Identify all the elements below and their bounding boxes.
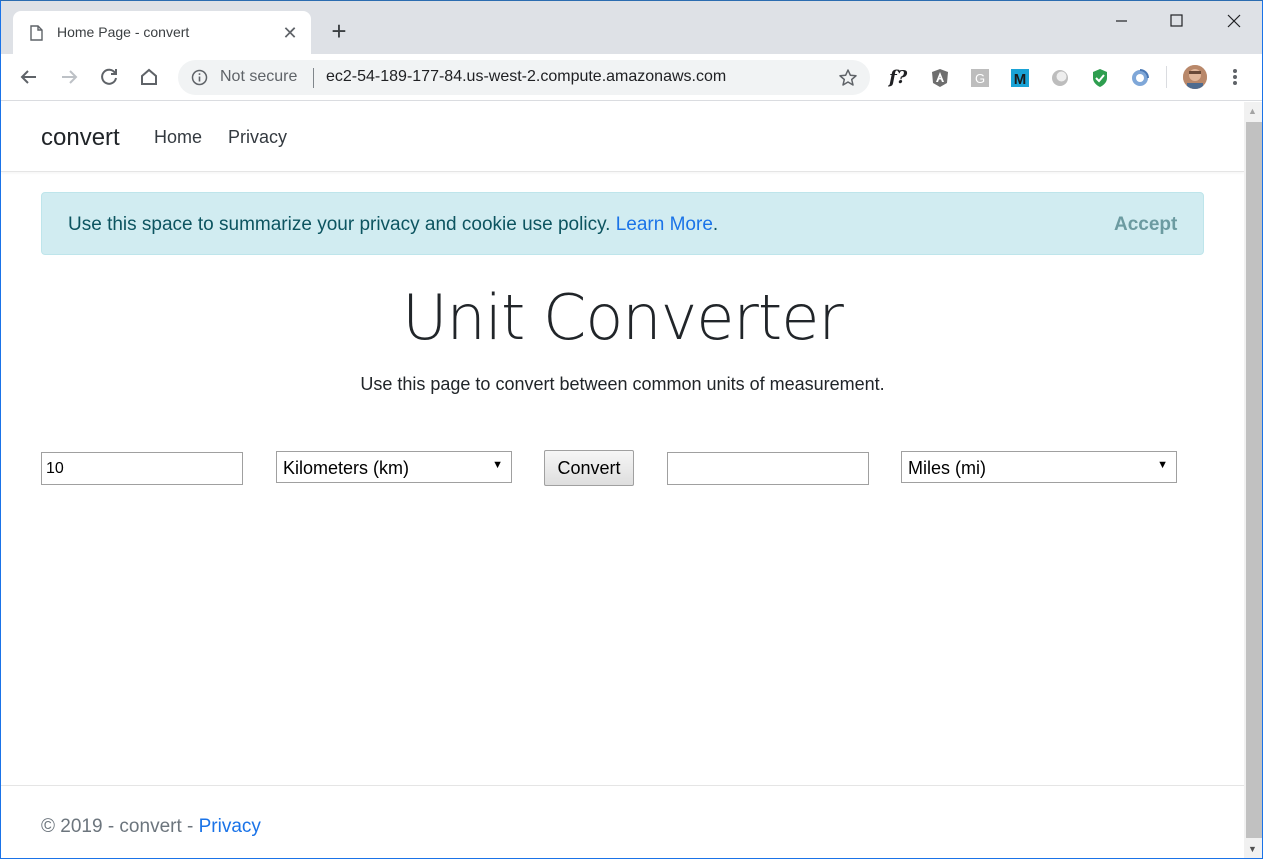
minimize-button[interactable] bbox=[1098, 5, 1144, 35]
cookie-trail: . bbox=[712, 214, 719, 235]
m-extension-icon[interactable]: M bbox=[1009, 67, 1031, 89]
page-icon bbox=[30, 25, 43, 41]
close-window-button[interactable] bbox=[1211, 5, 1257, 35]
angular-extension-icon[interactable] bbox=[929, 67, 951, 89]
omnibox-divider bbox=[313, 68, 314, 88]
info-icon[interactable] bbox=[191, 69, 208, 86]
tab-strip: Home Page - convert ✕ + bbox=[1, 1, 1262, 54]
nav-privacy-link[interactable]: Privacy bbox=[228, 127, 287, 148]
reload-button[interactable] bbox=[96, 64, 122, 90]
page-subtitle: Use this page to convert between common … bbox=[360, 374, 885, 394]
scroll-up-icon[interactable]: ▲ bbox=[1248, 106, 1257, 116]
scrollbar-thumb[interactable] bbox=[1246, 122, 1262, 838]
circle-extension-icon[interactable] bbox=[1049, 67, 1071, 89]
scroll-down-icon[interactable]: ▼ bbox=[1248, 844, 1257, 854]
browser-toolbar: Not secure ec2-54-189-177-84.us-west-2.c… bbox=[1, 54, 1262, 101]
forward-button[interactable] bbox=[56, 64, 82, 90]
vertical-scrollbar[interactable]: ▲ ▼ bbox=[1244, 102, 1262, 858]
to-unit-select[interactable]: Miles (mi) ▼ bbox=[901, 451, 1177, 483]
cookie-text: Use this space to summarize your privacy… bbox=[68, 214, 611, 235]
back-button[interactable] bbox=[16, 64, 42, 90]
chevron-down-icon: ▼ bbox=[1157, 459, 1168, 471]
browser-menu-icon[interactable] bbox=[1227, 66, 1243, 88]
svg-text:M: M bbox=[1014, 71, 1027, 88]
toolbar-divider bbox=[1166, 66, 1167, 88]
page-title: Unit Converter bbox=[402, 281, 844, 354]
new-tab-button[interactable]: + bbox=[327, 18, 351, 44]
site-footer: © 2019 - convert - Privacy bbox=[1, 785, 1244, 858]
footer-privacy-link[interactable]: Privacy bbox=[199, 816, 261, 837]
accept-button[interactable]: Accept bbox=[1114, 214, 1177, 236]
fx-extension-icon[interactable]: f? bbox=[889, 67, 911, 89]
tab-title: Home Page - convert bbox=[57, 24, 190, 40]
from-unit-value: Kilometers (km) bbox=[283, 458, 410, 478]
from-unit-select[interactable]: Kilometers (km) ▼ bbox=[276, 451, 512, 483]
security-status: Not secure bbox=[220, 68, 298, 85]
address-bar[interactable]: Not secure ec2-54-189-177-84.us-west-2.c… bbox=[178, 60, 870, 95]
footer-copyright: © 2019 - convert - bbox=[41, 816, 199, 837]
swirl-extension-icon[interactable] bbox=[1129, 67, 1151, 89]
browser-window: Home Page - convert ✕ + Not secure ec2-5… bbox=[0, 0, 1263, 859]
site-navbar: convert Home Privacy bbox=[1, 102, 1244, 172]
brand-link[interactable]: convert bbox=[41, 124, 120, 152]
profile-avatar[interactable] bbox=[1183, 65, 1207, 89]
url-text[interactable]: ec2-54-189-177-84.us-west-2.compute.amaz… bbox=[326, 68, 726, 86]
chevron-down-icon: ▼ bbox=[492, 459, 503, 471]
bookmark-star-icon[interactable] bbox=[838, 68, 858, 88]
convert-button[interactable]: Convert bbox=[544, 450, 634, 486]
tab-close-icon[interactable]: ✕ bbox=[281, 24, 299, 42]
footer-text: © 2019 - convert - Privacy bbox=[41, 816, 261, 838]
input-value-field[interactable] bbox=[41, 452, 243, 485]
to-unit-value: Miles (mi) bbox=[908, 458, 986, 478]
home-button[interactable] bbox=[136, 64, 162, 90]
tab-home-page[interactable]: Home Page - convert ✕ bbox=[13, 11, 311, 54]
cookie-consent-alert: Use this space to summarize your privacy… bbox=[41, 192, 1204, 255]
g-extension-icon[interactable]: G bbox=[969, 67, 991, 89]
shield-extension-icon[interactable] bbox=[1089, 67, 1111, 89]
nav-home-link[interactable]: Home bbox=[154, 127, 202, 148]
cookie-message: Use this space to summarize your privacy… bbox=[68, 214, 718, 236]
page-viewport: convert Home Privacy Use this space to s… bbox=[1, 102, 1244, 858]
learn-more-link[interactable]: Learn More bbox=[616, 214, 713, 235]
output-value-field[interactable] bbox=[667, 452, 869, 485]
maximize-button[interactable] bbox=[1153, 5, 1199, 35]
svg-text:G: G bbox=[975, 71, 985, 86]
